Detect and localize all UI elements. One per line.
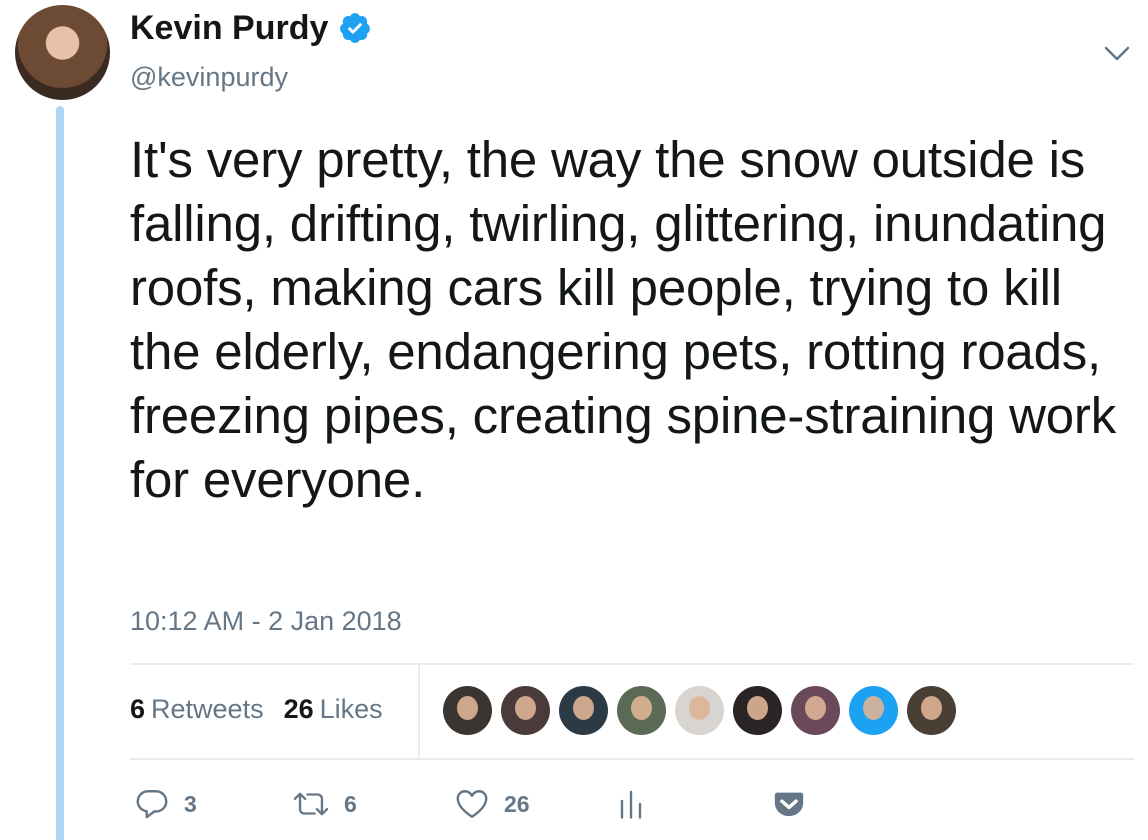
liker-avatar[interactable] — [501, 686, 550, 735]
liker-avatar[interactable] — [733, 686, 782, 735]
like-count: 26 — [504, 790, 530, 817]
stats-divider-bottom — [130, 758, 1134, 760]
thread-line — [56, 106, 64, 840]
verified-badge-icon — [340, 13, 371, 43]
retweet-count: 6 — [344, 790, 357, 817]
tweet-timestamp[interactable]: 10:12 AM - 2 Jan 2018 — [130, 604, 402, 638]
liker-avatar[interactable] — [791, 686, 840, 735]
liker-avatar[interactable] — [849, 686, 898, 735]
retweet-icon — [293, 792, 329, 816]
retweets-count: 6 — [130, 694, 146, 724]
retweet-button[interactable]: 6 — [292, 780, 357, 828]
likes-label: Likes — [319, 694, 383, 724]
liker-avatar[interactable] — [559, 686, 608, 735]
author-display-name[interactable]: Kevin Purdy — [130, 8, 328, 48]
tweet-actions: 3 6 26 — [130, 780, 830, 828]
liker-avatar[interactable] — [443, 686, 492, 735]
author-handle[interactable]: @kevinpurdy — [130, 60, 288, 94]
tweet-text: It's very pretty, the way the snow outsi… — [130, 131, 1116, 508]
liker-avatar[interactable] — [617, 686, 666, 735]
likes-count: 26 — [283, 694, 314, 724]
like-button[interactable]: 26 — [454, 780, 530, 828]
tweet-stats: 6 Retweets 26 Likes — [130, 692, 383, 726]
likes-stat[interactable]: 26 Likes — [284, 692, 383, 726]
analytics-icon — [620, 790, 642, 819]
reply-icon — [136, 790, 168, 819]
liker-avatars — [443, 686, 956, 735]
analytics-button[interactable] — [616, 780, 646, 828]
reply-button[interactable]: 3 — [134, 780, 197, 828]
reply-count: 3 — [184, 790, 197, 817]
pocket-icon — [774, 792, 804, 817]
stats-divider-top — [130, 663, 1134, 665]
retweets-label: Retweets — [151, 694, 264, 724]
liker-avatar[interactable] — [907, 686, 956, 735]
author-name-row: Kevin Purdy — [130, 8, 372, 48]
chevron-down-icon[interactable] — [1100, 36, 1134, 70]
liker-avatar[interactable] — [675, 686, 724, 735]
author-avatar[interactable] — [15, 5, 110, 100]
stats-divider-vertical — [418, 665, 420, 758]
pocket-button[interactable] — [772, 780, 806, 828]
heart-icon — [456, 790, 488, 818]
retweets-stat[interactable]: 6 Retweets — [130, 692, 264, 726]
